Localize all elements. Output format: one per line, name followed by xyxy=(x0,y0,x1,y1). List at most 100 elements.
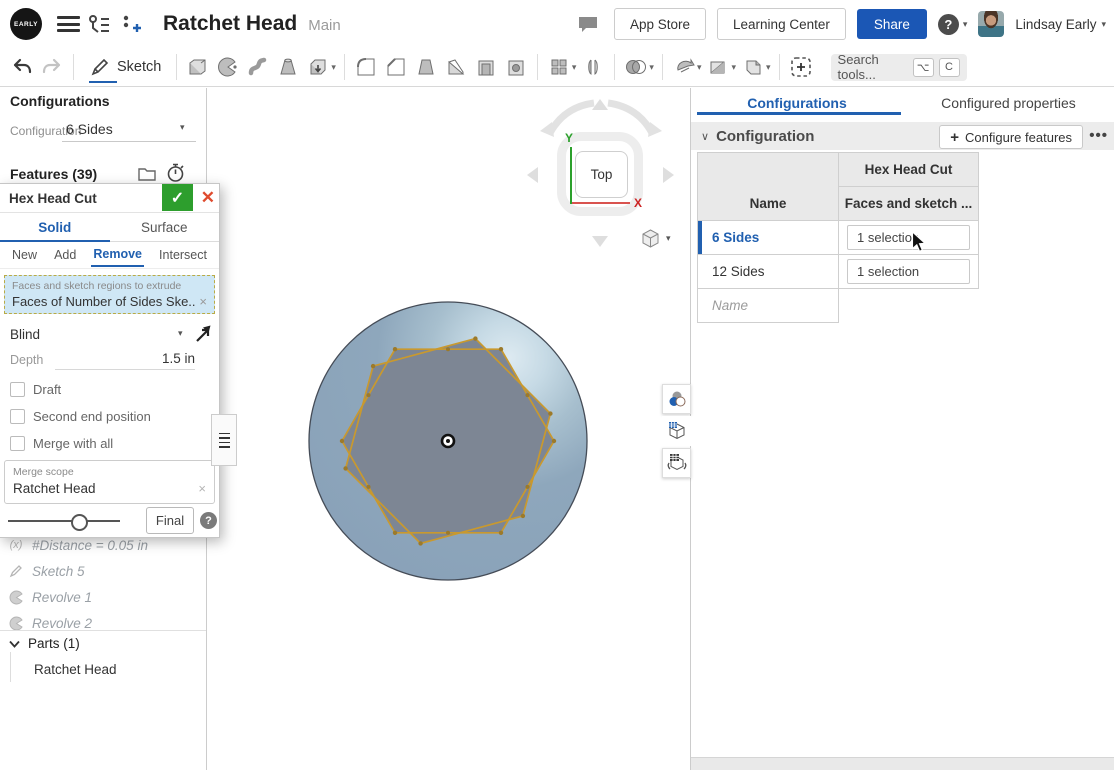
dialog-help-icon[interactable]: ? xyxy=(200,512,217,529)
share-button[interactable]: Share xyxy=(857,9,927,39)
mode-new[interactable]: New xyxy=(10,244,39,266)
search-placeholder: Search tools... xyxy=(838,52,908,82)
surface-dropdown-caret[interactable]: ▾ xyxy=(766,62,771,73)
logo-text: EARLY xyxy=(14,21,38,28)
transform-dropdown-caret[interactable]: ▾ xyxy=(697,62,702,73)
feature-item-revolve-1[interactable]: Revolve 1 xyxy=(0,584,206,610)
cancel-button[interactable]: ✕ xyxy=(201,184,215,211)
thicken-dropdown-caret[interactable]: ▾ xyxy=(331,62,336,73)
tab-solid[interactable]: Solid xyxy=(0,213,110,241)
faces-selection-field[interactable]: Faces and sketch regions to extrude Face… xyxy=(4,275,215,314)
pattern-icon[interactable] xyxy=(545,52,573,82)
sketch-button[interactable]: Sketch xyxy=(89,56,161,78)
flip-direction-icon[interactable] xyxy=(194,324,213,343)
config-row-name-6-sides[interactable]: 6 Sides xyxy=(698,221,839,255)
undo-button[interactable] xyxy=(8,52,36,82)
split-icon[interactable] xyxy=(704,52,732,82)
mirror-icon[interactable] xyxy=(579,52,607,82)
config-row-value-12-sides[interactable]: 1 selection xyxy=(839,255,979,289)
mode-intersect[interactable]: Intersect xyxy=(157,244,209,266)
preview-slider-track[interactable] xyxy=(8,520,120,522)
checkbox-icon xyxy=(10,382,25,397)
rotate-right-arrow[interactable] xyxy=(663,167,674,183)
config-row-name-12-sides[interactable]: 12 Sides xyxy=(698,255,839,289)
part-item-ratchet-head[interactable]: Ratchet Head xyxy=(34,656,117,682)
rotate-up-arrow[interactable] xyxy=(592,99,608,110)
final-button[interactable]: Final xyxy=(146,507,194,534)
loft-icon[interactable] xyxy=(274,52,302,82)
app-store-button[interactable]: App Store xyxy=(614,8,706,40)
fillet-icon[interactable] xyxy=(352,52,380,82)
top-bar: EARLY Ratchet Head Main App Store Learni… xyxy=(0,0,1114,48)
boolean-icon[interactable] xyxy=(622,52,650,82)
configuration-select[interactable]: 6 Sides xyxy=(66,121,113,137)
rib-icon[interactable] xyxy=(442,52,470,82)
configurations-view-button[interactable] xyxy=(662,416,691,446)
custom-feature-icon[interactable] xyxy=(787,52,815,82)
mode-remove[interactable]: Remove xyxy=(91,243,144,267)
caret-down-icon: ▾ xyxy=(178,328,183,339)
depth-label: Depth xyxy=(10,353,43,367)
tab-surface[interactable]: Surface xyxy=(110,213,220,241)
mode-add[interactable]: Add xyxy=(52,244,78,266)
insert-new-tab-icon[interactable] xyxy=(120,14,146,36)
depth-input[interactable]: 1.5 in xyxy=(55,351,195,370)
appearance-states-button[interactable] xyxy=(662,384,691,414)
sweep-icon[interactable] xyxy=(244,52,272,82)
surface-icon[interactable] xyxy=(739,52,767,82)
learning-center-button[interactable]: Learning Center xyxy=(717,8,846,40)
viewcube-top-face[interactable]: Top xyxy=(575,151,628,198)
rotate-down-arrow[interactable] xyxy=(592,236,608,247)
search-tools-input[interactable]: Search tools... ⌥ C xyxy=(831,54,967,81)
redo-button[interactable] xyxy=(38,52,66,82)
extrude-icon[interactable] xyxy=(184,52,212,82)
shell-icon[interactable] xyxy=(472,52,500,82)
features-header[interactable]: Features (39) xyxy=(10,166,97,182)
revolve-icon[interactable] xyxy=(214,52,242,82)
confirm-button[interactable]: ✓ xyxy=(162,184,193,211)
column-header-name: Name xyxy=(698,153,839,221)
configuration-caret-icon[interactable]: ▾ xyxy=(180,122,185,133)
user-menu[interactable]: Lindsay Early ▾ xyxy=(1015,17,1106,32)
user-avatar[interactable] xyxy=(978,11,1004,37)
main-menu-icon[interactable] xyxy=(57,16,80,32)
preview-slider-handle[interactable] xyxy=(71,514,88,531)
part-ratchet-head-top-view[interactable] xyxy=(308,301,588,581)
draft-icon[interactable] xyxy=(412,52,440,82)
configured-features-button[interactable] xyxy=(662,448,691,478)
merge-scope-field[interactable]: Merge scope Ratchet Head × xyxy=(4,460,215,504)
panel-resize-handle[interactable] xyxy=(211,414,237,466)
comment-icon[interactable] xyxy=(577,15,599,34)
company-logo[interactable]: EARLY xyxy=(10,8,42,40)
end-type-dropdown[interactable]: Blind ▾ xyxy=(0,320,219,348)
transform-icon[interactable] xyxy=(670,52,698,82)
second-end-position-checkbox[interactable]: Second end position xyxy=(0,403,219,430)
draft-checkbox[interactable]: Draft xyxy=(0,376,219,403)
feature-item-sketch-5[interactable]: Sketch 5 xyxy=(0,558,206,584)
tab-configured-properties[interactable]: Configured properties xyxy=(903,90,1114,115)
configure-features-button[interactable]: + Configure features xyxy=(939,125,1083,149)
branch-name[interactable]: Main xyxy=(308,17,341,34)
dialog-title-bar[interactable]: Hex Head Cut ✓ ✕ xyxy=(0,184,219,213)
parts-section-header[interactable]: Parts (1) xyxy=(0,630,206,656)
view-style-menu[interactable]: ▾ xyxy=(640,228,671,249)
versions-icon[interactable] xyxy=(88,14,114,36)
chamfer-icon[interactable] xyxy=(382,52,410,82)
horizontal-scrollbar[interactable] xyxy=(691,757,1114,770)
new-config-name-input[interactable]: Name xyxy=(698,289,839,323)
hole-icon[interactable] xyxy=(502,52,530,82)
split-dropdown-caret[interactable]: ▾ xyxy=(731,62,736,73)
thicken-icon[interactable] xyxy=(304,52,332,82)
merge-with-all-checkbox[interactable]: Merge with all xyxy=(0,430,219,457)
rotate-left-arrow[interactable] xyxy=(527,167,538,183)
clear-selection-icon[interactable]: × xyxy=(199,294,207,309)
boolean-dropdown-caret[interactable]: ▾ xyxy=(649,62,654,73)
pattern-dropdown-caret[interactable]: ▾ xyxy=(572,62,577,73)
folder-icon[interactable] xyxy=(138,166,156,181)
clear-merge-scope-icon[interactable]: × xyxy=(198,481,206,496)
overflow-menu-icon[interactable]: ••• xyxy=(1089,127,1108,144)
config-row-value-6-sides[interactable]: 1 selection xyxy=(839,221,979,255)
help-menu[interactable]: ? ▾ xyxy=(938,14,968,35)
origin-marker[interactable] xyxy=(442,435,454,447)
rollback-timer-icon[interactable] xyxy=(166,163,185,183)
